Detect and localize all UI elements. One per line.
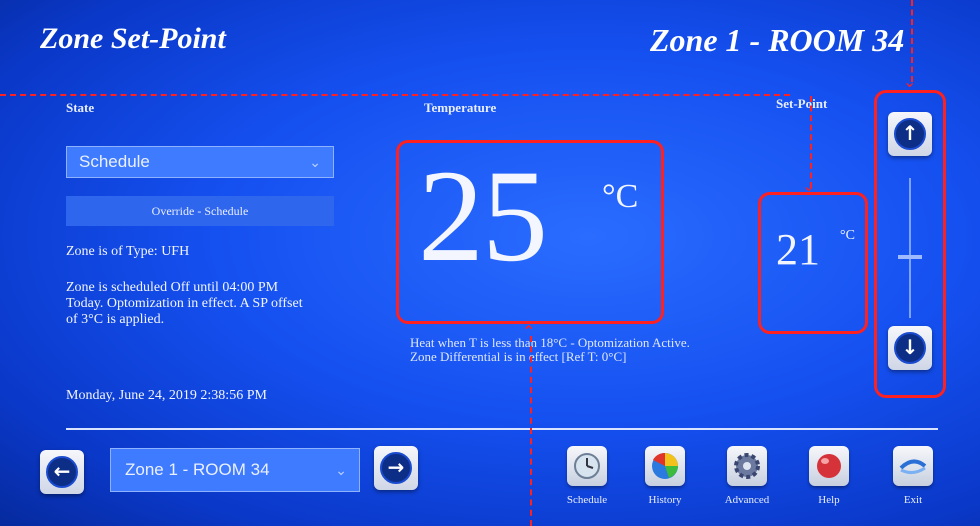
override-schedule-button[interactable]: Override - Schedule (66, 196, 334, 226)
advanced-button-label: Advanced (724, 494, 770, 506)
help-button[interactable]: Help (806, 446, 852, 506)
history-button[interactable]: History (642, 446, 688, 506)
schedule-info-line-3: of 3°C is applied. (66, 312, 165, 327)
datetime-text: Monday, June 24, 2019 2:38:56 PM (66, 388, 267, 403)
page-title: Zone Set-Point (40, 22, 226, 55)
exit-button[interactable]: Exit (890, 446, 936, 506)
annotation-dashed-line-temperature (530, 336, 532, 526)
setpoint-highlight-box (758, 192, 868, 334)
pie-chart-icon (645, 446, 685, 486)
chevron-down-icon: ⌄ (335, 462, 347, 478)
history-button-label: History (648, 494, 682, 506)
help-button-label: Help (818, 494, 840, 506)
temperature-label: Temperature (424, 100, 497, 115)
clock-icon (567, 446, 607, 486)
state-label: State (66, 100, 95, 115)
setpoint-slider-track[interactable] (909, 178, 911, 318)
schedule-button[interactable]: Schedule (564, 446, 610, 506)
temperature-highlight-box (396, 140, 664, 324)
heat-message-1: Heat when T is less than 18°C - Optomiza… (410, 335, 690, 350)
arrow-left-icon: ← (46, 456, 78, 488)
arrow-up-icon: ↑ (894, 118, 926, 150)
exit-button-label: Exit (903, 494, 923, 506)
annotation-dashed-line-controls (911, 0, 913, 82)
schedule-button-label: Schedule (566, 494, 608, 506)
chevron-down-icon: ⌄ (309, 154, 321, 170)
gear-icon (727, 446, 767, 486)
footer-divider (66, 428, 938, 430)
annotation-arrow-temperature-icon: ⌃ (522, 322, 536, 341)
annotation-dashed-line-setpoint (810, 96, 812, 188)
zone-type-text: Zone is of Type: UFH (66, 244, 190, 259)
setpoint-slider-thumb[interactable] (898, 255, 922, 259)
help-icon (809, 446, 849, 486)
annotation-arrow-controls-icon: ⌄ (903, 72, 917, 91)
previous-zone-button[interactable]: ← (40, 450, 84, 494)
state-mode-value: Schedule (79, 152, 150, 171)
advanced-button[interactable]: Advanced (724, 446, 770, 506)
state-mode-select[interactable]: Schedule ⌄ (66, 146, 334, 178)
next-zone-button[interactable]: → (374, 446, 418, 490)
schedule-info-line-1: Zone is scheduled Off until 04:00 PM (66, 280, 279, 295)
setpoint-down-button[interactable]: ↓ (888, 326, 932, 370)
arrow-down-icon: ↓ (894, 332, 926, 364)
heat-message-2: Zone Differential is in effect [Ref T: 0… (410, 349, 627, 364)
exit-icon (893, 446, 933, 486)
schedule-info-line-2: Today. Optomization in effect. A SP offs… (66, 296, 303, 311)
zone-select-value: Zone 1 - ROOM 34 (125, 460, 270, 479)
zone-title: Zone 1 - ROOM 34 (650, 22, 905, 58)
annotation-arrow-setpoint-icon: ⌄ (802, 176, 816, 195)
setpoint-label: Set-Point (776, 96, 828, 111)
zone-select[interactable]: Zone 1 - ROOM 34 ⌄ (110, 448, 360, 492)
setpoint-up-button[interactable]: ↑ (888, 112, 932, 156)
arrow-right-icon: → (380, 452, 412, 484)
annotation-dashed-line-top (0, 94, 790, 96)
